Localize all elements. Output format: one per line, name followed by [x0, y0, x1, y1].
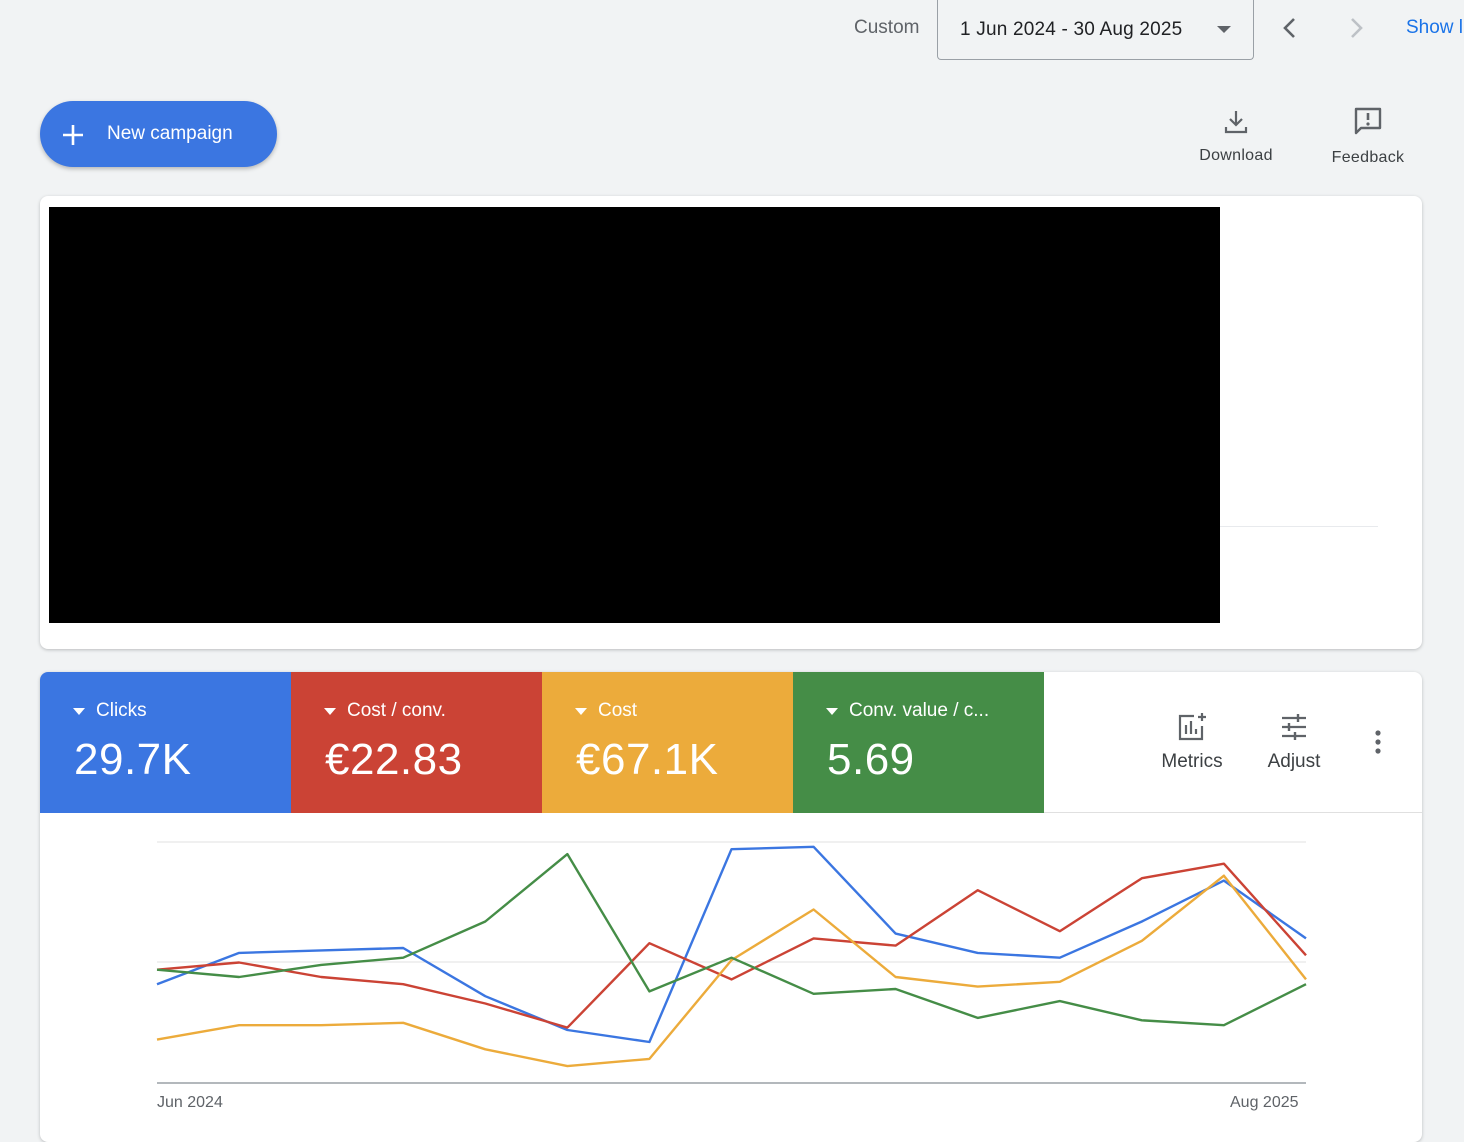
date-range-type-label: Custom: [854, 17, 920, 38]
metric-value: 5.69: [827, 735, 915, 784]
metric-name: Clicks: [96, 700, 147, 721]
metric-name: Cost / conv.: [347, 700, 446, 721]
feedback-label: Feedback: [1331, 149, 1405, 166]
dropdown-triangle-icon: [575, 708, 587, 715]
metric-tile-clicks[interactable]: Clicks 29.7K: [40, 672, 291, 813]
x-axis-start-label: Jun 2024: [157, 1094, 223, 1111]
date-range-value: 1 Jun 2024 - 30 Aug 2025: [960, 18, 1183, 40]
previous-period-button[interactable]: [1272, 10, 1308, 46]
date-range-select[interactable]: 1 Jun 2024 - 30 Aug 2025: [937, 0, 1254, 60]
metric-name: Conv. value / c...: [849, 700, 990, 721]
new-campaign-label: New campaign: [107, 123, 233, 144]
metric-tile-cost-per-conv[interactable]: Cost / conv. €22.83: [291, 672, 542, 813]
chevron-left-icon: [1283, 18, 1295, 38]
series-line-cost: [156, 874, 1307, 1068]
plus-icon: [63, 125, 83, 145]
dropdown-triangle-icon: [73, 708, 85, 715]
metric-name: Cost: [598, 700, 638, 721]
feedback-button[interactable]: Feedback: [1326, 106, 1410, 167]
show-link[interactable]: Show l: [1406, 17, 1463, 39]
x-axis-end-label: Aug 2025: [1230, 1094, 1299, 1111]
metrics-label: Metrics: [1161, 751, 1223, 772]
performance-chart: [156, 841, 1307, 1084]
next-period-button[interactable]: [1338, 10, 1374, 46]
download-label: Download: [1199, 147, 1273, 164]
new-campaign-button[interactable]: New campaign: [40, 101, 277, 167]
metric-value: 29.7K: [74, 735, 192, 784]
metric-tile-conv-value[interactable]: Conv. value / c... 5.69: [793, 672, 1044, 813]
metrics-button[interactable]: Metrics: [1150, 712, 1234, 773]
chevron-right-icon: [1351, 18, 1363, 38]
metric-tile-cost[interactable]: Cost €67.1K: [542, 672, 793, 813]
metric-value: €67.1K: [576, 735, 719, 784]
adjust-label: Adjust: [1267, 751, 1321, 772]
more-options-button[interactable]: [1366, 728, 1390, 756]
redacted-area: [49, 207, 1220, 623]
dropdown-caret-icon: [1217, 26, 1231, 33]
series-line-conv-value-c: [156, 852, 1307, 1027]
adjust-button[interactable]: Adjust: [1258, 712, 1330, 773]
tune-icon: [1282, 714, 1306, 740]
add-chart-icon: [1178, 713, 1206, 741]
feedback-icon: [1354, 107, 1382, 135]
dropdown-triangle-icon: [826, 708, 838, 715]
more-vert-icon: [1375, 730, 1381, 754]
divider: [1220, 526, 1378, 527]
dropdown-triangle-icon: [324, 708, 336, 715]
metric-value: €22.83: [325, 735, 463, 784]
download-icon: [1224, 111, 1248, 134]
download-button[interactable]: Download: [1190, 108, 1282, 165]
